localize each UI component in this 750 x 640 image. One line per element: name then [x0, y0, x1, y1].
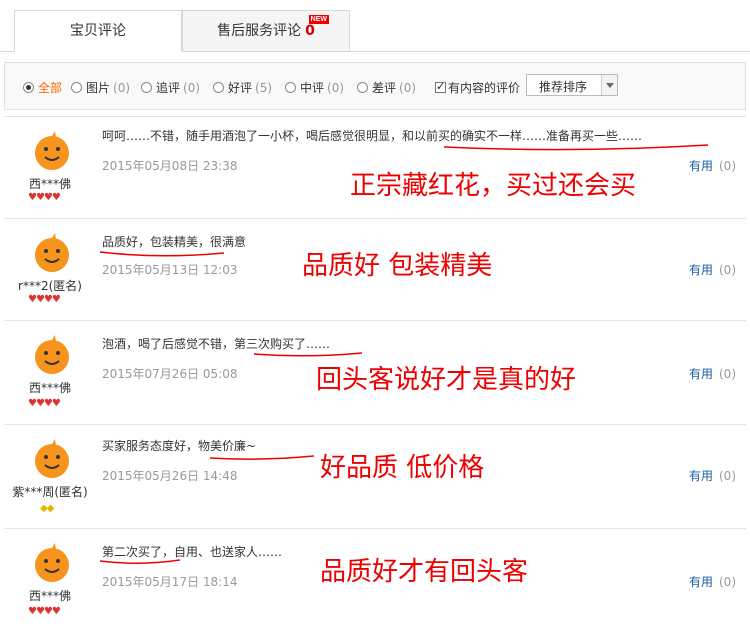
- reviewer-name[interactable]: 紫***周(匿名): [4, 483, 96, 500]
- useful-count: (0): [719, 263, 736, 277]
- review-tab-bar: 宝贝评论 售后服务评论 0 NEW: [0, 0, 750, 52]
- annotation-underline: [100, 559, 180, 565]
- filter-neutral[interactable]: 中评 (0): [285, 79, 344, 96]
- filter-bar: 全部 图片(0) 追评(0) 好评(5) 中评(0) 差评(0) 有内容的评价 …: [4, 62, 746, 110]
- content-only-filter[interactable]: 有内容的评价: [435, 79, 520, 96]
- useful-button[interactable]: 有用 (0): [689, 573, 736, 590]
- buyer-rank-hearts-icon: ♥♥♥♥: [28, 606, 61, 617]
- filter-follow-up[interactable]: 追评 (0): [141, 79, 200, 96]
- content-only-label: 有内容的评价: [448, 81, 521, 95]
- filter-count: (0): [399, 81, 417, 95]
- filter-negative[interactable]: 差评 (0): [357, 79, 416, 96]
- radio-icon[interactable]: [71, 82, 82, 93]
- sort-select-value: 推荐排序: [539, 80, 588, 94]
- annotation-caption: 品质好才有回头客: [320, 557, 529, 587]
- avatar-icon: [35, 131, 69, 170]
- useful-button[interactable]: 有用 (0): [689, 467, 736, 484]
- reviewer-name[interactable]: r***2(匿名): [4, 277, 96, 294]
- review-item: r***2(匿名) ♥♥♥♥ 品质好，包装精美，很满意 2015年05月13日 …: [4, 218, 746, 320]
- avatar-icon: [35, 233, 69, 272]
- tab-after-sales-label: 售后服务评论: [217, 23, 302, 39]
- filter-count: (0): [327, 81, 345, 95]
- radio-icon[interactable]: [141, 82, 152, 93]
- filter-label: 全部: [38, 81, 63, 95]
- useful-button[interactable]: 有用 (0): [689, 261, 736, 278]
- annotation-underline: [444, 144, 708, 151]
- filter-pictures[interactable]: 图片 (0): [71, 79, 130, 96]
- avatar-icon: [35, 543, 69, 582]
- filter-count: (0): [183, 81, 201, 95]
- avatar-icon: [35, 439, 69, 478]
- buyer-rank-hearts-icon: ♥♥♥♥: [28, 398, 61, 409]
- filter-label: 图片: [86, 81, 111, 95]
- useful-count: (0): [719, 159, 736, 173]
- review-item: 西***佛 ♥♥♥♥ 泡酒，喝了后感觉不错，第三次购买了…… 2015年07月2…: [4, 320, 746, 424]
- review-date: 2015年05月13日 12:03: [102, 263, 238, 277]
- annotation-caption: 正宗藏红花，买过还会买: [350, 171, 637, 201]
- useful-count: (0): [719, 469, 736, 483]
- filter-count: (0): [113, 81, 131, 95]
- annotation-caption: 好品质 低价格: [320, 453, 485, 483]
- useful-label: 有用: [688, 575, 713, 589]
- avatar-icon: [35, 335, 69, 374]
- radio-icon[interactable]: [285, 82, 296, 93]
- sort-select[interactable]: 推荐排序: [526, 74, 618, 96]
- useful-label: 有用: [688, 263, 713, 277]
- after-sales-count: 0: [305, 23, 315, 39]
- useful-button[interactable]: 有用 (0): [689, 365, 736, 382]
- filter-label: 差评: [372, 81, 397, 95]
- filter-label: 中评: [300, 81, 325, 95]
- checkbox-checked-icon[interactable]: [435, 80, 446, 93]
- useful-count: (0): [719, 367, 736, 381]
- useful-label: 有用: [688, 159, 713, 173]
- tab-baby-comments-label: 宝贝评论: [70, 23, 126, 39]
- buyer-rank-hearts-icon: ♥♥♥♥: [28, 192, 61, 203]
- filter-label: 好评: [228, 81, 253, 95]
- review-item: 西***佛 ♥♥♥♥ 第二次买了，自用、也送家人…… 2015年05月17日 1…: [4, 528, 746, 640]
- annotation-underline: [100, 251, 224, 257]
- tab-baby-comments[interactable]: 宝贝评论: [14, 10, 182, 52]
- review-item: 紫***周(匿名) ◆◆ 买家服务态度好，物美价廉~ 2015年05月26日 1…: [4, 424, 746, 528]
- annotation-caption: 品质好 包装精美: [302, 251, 493, 281]
- useful-count: (0): [719, 575, 736, 589]
- radio-icon[interactable]: [23, 82, 34, 93]
- review-date: 2015年05月08日 23:38: [102, 159, 238, 173]
- reviewer-name[interactable]: 西***佛: [4, 379, 96, 396]
- filter-positive[interactable]: 好评 (5): [213, 79, 272, 96]
- reviewer-name[interactable]: 西***佛: [4, 175, 96, 192]
- review-date: 2015年07月26日 05:08: [102, 367, 238, 381]
- reviewer-name[interactable]: 西***佛: [4, 587, 96, 604]
- useful-button[interactable]: 有用 (0): [689, 157, 736, 174]
- buyer-rank-diamonds-icon: ◆◆: [40, 503, 54, 514]
- useful-label: 有用: [688, 469, 713, 483]
- annotation-caption: 回头客说好才是真的好: [316, 365, 577, 395]
- filter-all[interactable]: 全部: [23, 79, 62, 96]
- review-date: 2015年05月26日 14:48: [102, 469, 238, 483]
- useful-label: 有用: [688, 367, 713, 381]
- tab-after-sales[interactable]: 售后服务评论 0 NEW: [182, 10, 350, 52]
- buyer-rank-hearts-icon: ♥♥♥♥: [28, 294, 61, 305]
- radio-icon[interactable]: [357, 82, 368, 93]
- new-badge: NEW: [308, 15, 329, 24]
- review-item: 西***佛 ♥♥♥♥ 呵呵……不错，随手用酒泡了一小杯，喝后感觉很明显，和以前买…: [4, 116, 746, 218]
- filter-label: 追评: [156, 81, 181, 95]
- annotation-underline: [210, 455, 314, 460]
- radio-icon[interactable]: [213, 82, 224, 93]
- filter-count: (5): [255, 81, 273, 95]
- review-date: 2015年05月17日 18:14: [102, 575, 238, 589]
- chevron-down-icon[interactable]: [601, 75, 617, 95]
